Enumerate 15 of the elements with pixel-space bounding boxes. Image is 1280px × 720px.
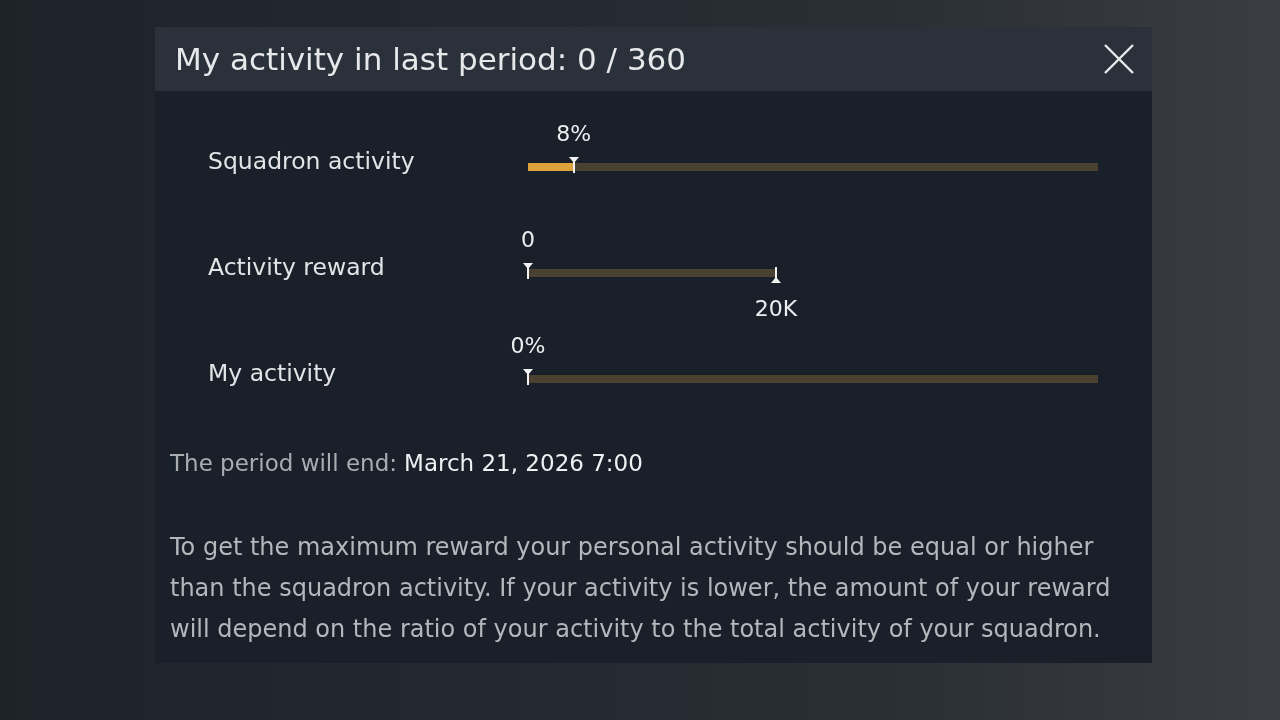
note-text: To get the maximum reward your personal activity should be equal or higher than the squadron activity. If your activity is lower, the amount of your reward will depend on the ratio of your activity to the total activity of your squadron.: [170, 532, 1112, 645]
marker-label: 20K: [754, 296, 798, 322]
marker-label: 0: [521, 227, 535, 253]
period-end-date: March 21, 2026 7:00: [404, 450, 643, 476]
period-end-label: The period will end:: [170, 450, 398, 476]
row-label: My activity: [208, 359, 338, 387]
close-icon: [1104, 44, 1134, 74]
close-button[interactable]: [1102, 42, 1136, 76]
dialog-title: My activity in last period: 0 / 360: [175, 41, 687, 77]
row-label: Squadron activity: [208, 147, 416, 175]
marker-icon: [771, 267, 781, 283]
row-label: Activity reward: [208, 253, 386, 281]
progress-fill: [528, 163, 574, 171]
marker-label: 8%: [556, 121, 592, 147]
marker-label: 0%: [510, 333, 546, 359]
